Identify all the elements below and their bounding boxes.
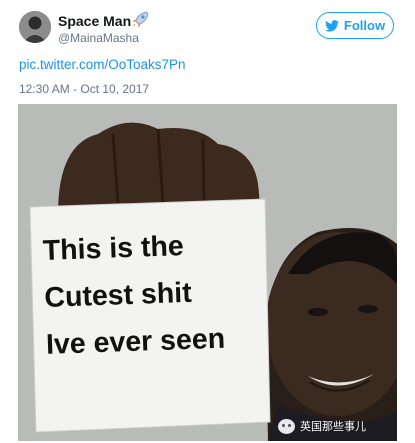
watermark-text: 英国那些事儿 [300,421,366,433]
sign-line: Ive ever seen [45,322,226,361]
tweet-photo[interactable]: This is the Cutest shit Ive ever seen [18,104,397,441]
user-handle[interactable]: @MainaMasha [58,31,139,45]
display-name[interactable]: Space Man [58,13,131,29]
watermark: 英国那些事儿 [278,418,366,434]
follow-button-label: Follow [343,18,386,33]
follow-button[interactable]: Follow [316,12,394,39]
sign-text: This is the Cutest shit Ive ever seen [42,220,269,369]
sign-line: This is the [42,230,185,267]
tweet-timestamp[interactable]: 12:30 AM - Oct 10, 2017 [19,82,149,96]
wechat-icon [278,418,295,434]
sign-line: Cutest shit [43,276,193,314]
tweet-header: Space Man @MainaMasha Follow [0,0,415,52]
avatar[interactable] [19,11,51,43]
rocket-icon [130,10,150,30]
twitter-bird-icon [324,19,339,32]
avatar-image [19,11,51,43]
tweet-media-link[interactable]: pic.twitter.com/OoToaks7Pn [19,57,186,72]
